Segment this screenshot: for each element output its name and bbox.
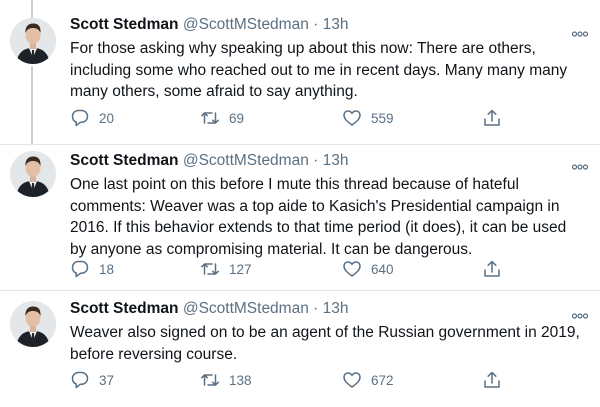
author-name[interactable]: Scott Stedman: [70, 300, 179, 317]
timestamp[interactable]: 13h: [323, 16, 349, 33]
retweet-icon: [201, 374, 219, 386]
reply-count: 18: [99, 261, 115, 277]
like-button[interactable]: 640: [342, 257, 394, 281]
reply-button[interactable]: 20: [70, 106, 114, 130]
reply-button[interactable]: 18: [70, 257, 114, 281]
share-button[interactable]: [482, 257, 502, 281]
retweet-button[interactable]: 127: [200, 257, 252, 281]
tweet[interactable]: Scott Stedman @ScottMStedman · 13h Weave…: [0, 290, 600, 407]
like-button[interactable]: 672: [342, 368, 394, 392]
retweet-icon: [201, 263, 219, 275]
author-handle[interactable]: @ScottMStedman: [183, 300, 309, 317]
tweet-actions: 18 127 640: [70, 257, 510, 281]
reply-icon: [71, 260, 89, 278]
share-button[interactable]: [482, 106, 502, 130]
heart-icon: [343, 261, 361, 277]
avatar[interactable]: [10, 18, 56, 64]
reply-icon: [71, 371, 89, 389]
share-icon: [484, 260, 500, 277]
like-count: 640: [371, 261, 394, 277]
tweet-header: Scott Stedman @ScottMStedman · 13h: [70, 15, 586, 35]
heart-icon: [343, 372, 361, 388]
avatar-image: [10, 151, 56, 197]
reply-count: 20: [99, 110, 115, 126]
author-handle[interactable]: @ScottMStedman: [183, 16, 309, 33]
share-icon: [484, 371, 500, 388]
timestamp[interactable]: 13h: [323, 152, 349, 169]
tweet-header: Scott Stedman @ScottMStedman · 13h: [70, 151, 586, 171]
separator: ·: [313, 300, 319, 317]
share-button[interactable]: [482, 368, 502, 392]
reply-button[interactable]: 37: [70, 368, 114, 392]
retweet-button[interactable]: 69: [200, 106, 244, 130]
author-name[interactable]: Scott Stedman: [70, 16, 179, 33]
tweet-text: For those asking why speaking up about t…: [70, 40, 568, 100]
like-button[interactable]: 559: [342, 106, 394, 130]
separator: ·: [313, 152, 319, 169]
share-icon: [484, 109, 500, 126]
heart-icon: [343, 110, 361, 126]
avatar-image: [10, 301, 56, 347]
tweet-text: Weaver also signed on to be an agent of …: [70, 324, 580, 363]
avatar[interactable]: [10, 301, 56, 347]
avatar-image: [10, 18, 56, 64]
tweet[interactable]: Scott Stedman @ScottMStedman · 13h One l…: [0, 144, 600, 290]
like-count: 672: [371, 372, 394, 388]
retweet-count: 138: [229, 372, 252, 388]
tweet-actions: 20 69 559: [70, 106, 510, 130]
avatar[interactable]: [10, 151, 56, 197]
separator: ·: [313, 16, 319, 33]
tweet-header: Scott Stedman @ScottMStedman · 13h: [70, 299, 586, 319]
retweet-count: 127: [229, 261, 252, 277]
author-handle[interactable]: @ScottMStedman: [183, 152, 309, 169]
tweet[interactable]: Scott Stedman @ScottMStedman · 13h For t…: [0, 0, 600, 144]
retweet-button[interactable]: 138: [200, 368, 252, 392]
author-name[interactable]: Scott Stedman: [70, 152, 179, 169]
retweet-icon: [201, 112, 219, 124]
tweet-text: One last point on this before I mute thi…: [70, 176, 567, 258]
tweet-actions: 37 138 672: [70, 368, 510, 392]
retweet-count: 69: [229, 110, 245, 126]
timestamp[interactable]: 13h: [323, 300, 349, 317]
reply-count: 37: [99, 372, 115, 388]
like-count: 559: [371, 110, 394, 126]
reply-icon: [71, 109, 89, 127]
